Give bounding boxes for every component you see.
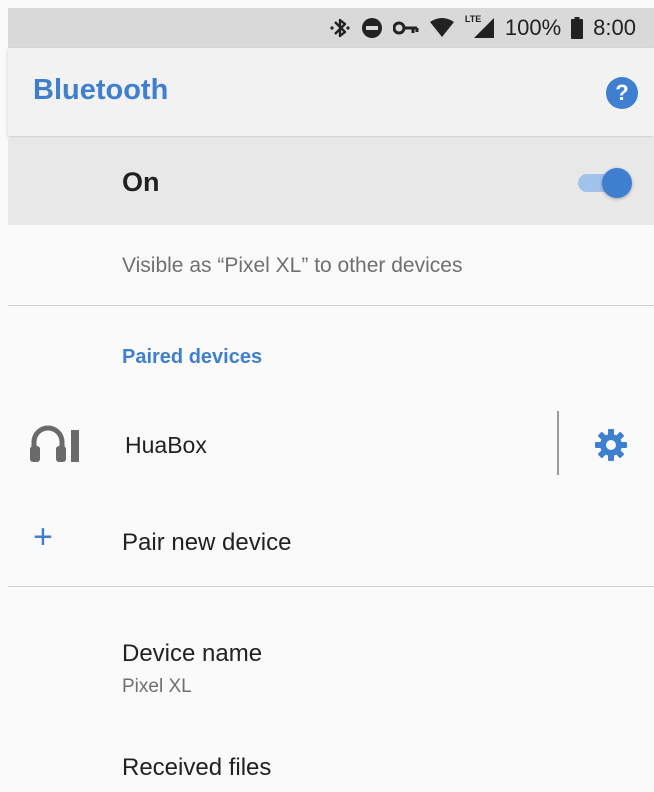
gear-icon[interactable]: [594, 428, 628, 467]
bluetooth-icon: [329, 16, 351, 40]
pair-new-device-label: Pair new device: [122, 529, 292, 556]
bluetooth-toggle-row[interactable]: On: [8, 139, 654, 225]
page-title: Bluetooth: [33, 74, 169, 106]
device-name-label: HuaBox: [125, 432, 207, 458]
plus-icon: +: [33, 518, 53, 556]
status-bar: LTE 100% 8:00: [8, 8, 654, 48]
device-name-value: Pixel XL: [122, 676, 192, 697]
wifi-icon: [429, 18, 455, 38]
device-name-title: Device name: [122, 640, 263, 667]
device-name-row[interactable]: Device name Pixel XL: [8, 636, 654, 716]
divider: [8, 586, 654, 587]
pair-new-device-row[interactable]: + Pair new device: [8, 516, 654, 576]
do-not-disturb-icon: [361, 17, 383, 39]
battery-icon: [571, 17, 584, 39]
cell-signal-icon: LTE: [464, 14, 495, 40]
received-files-row[interactable]: Received files: [8, 752, 654, 792]
network-type-label: LTE: [464, 14, 482, 24]
paired-devices-header: Paired devices: [122, 346, 263, 368]
paired-device-row[interactable]: HuaBox: [8, 400, 654, 488]
divider: [8, 305, 654, 306]
app-bar: Bluetooth ?: [8, 48, 654, 136]
vpn-key-icon: [392, 20, 419, 36]
headset-battery-icon: [30, 425, 80, 468]
received-files-label: Received files: [122, 754, 272, 781]
toggle-thumb: [602, 168, 632, 198]
clock: 8:00: [593, 15, 636, 40]
bluetooth-toggle-switch[interactable]: [578, 168, 632, 198]
vertical-divider: [557, 411, 559, 475]
battery-percent: 100%: [504, 15, 562, 40]
help-icon[interactable]: ?: [606, 77, 638, 109]
visibility-text: Visible as “Pixel XL” to other devices: [122, 254, 463, 277]
toggle-label: On: [122, 167, 160, 197]
